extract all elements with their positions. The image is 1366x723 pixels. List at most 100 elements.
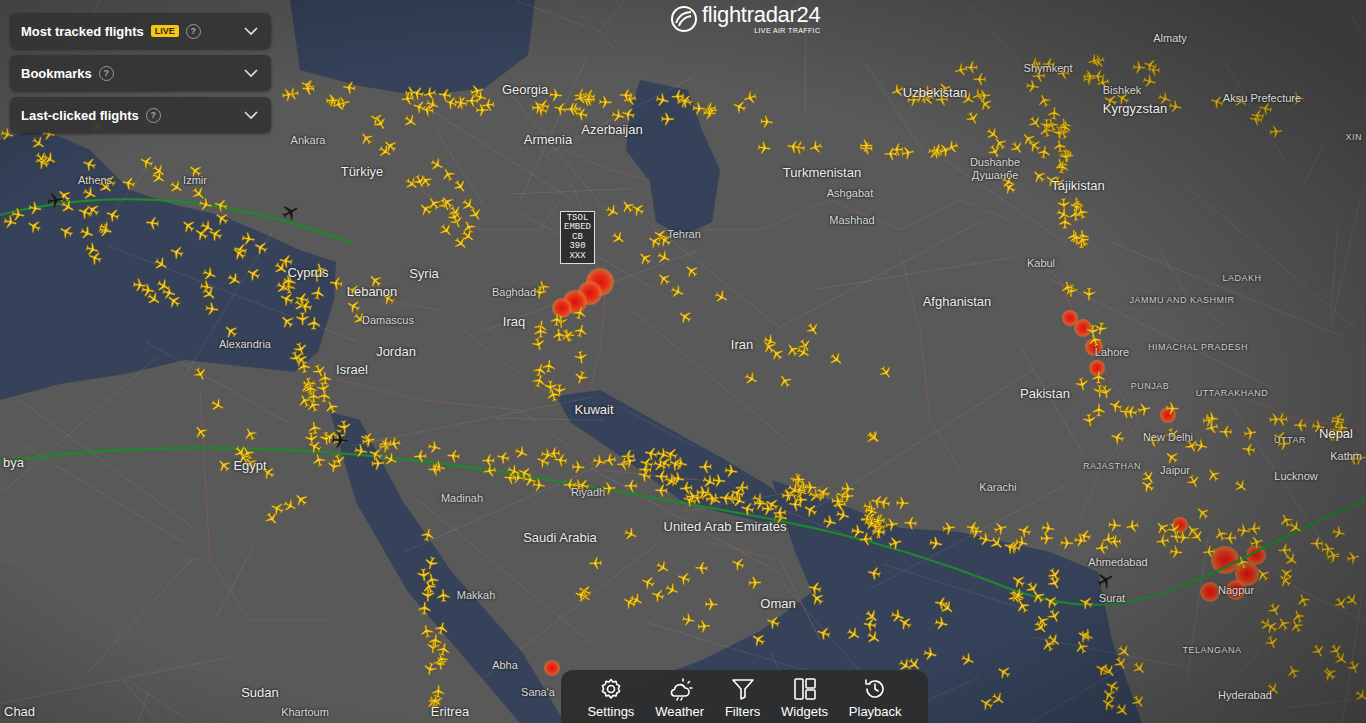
aircraft-icon[interactable] — [1205, 411, 1219, 425]
aircraft-icon[interactable] — [192, 365, 209, 382]
aircraft-icon[interactable] — [1046, 574, 1063, 591]
aircraft-icon[interactable] — [742, 90, 758, 106]
aircraft-icon[interactable] — [531, 101, 545, 115]
aircraft-icon[interactable] — [677, 93, 693, 109]
aircraft-icon[interactable] — [978, 532, 994, 547]
aircraft-icon[interactable] — [469, 83, 485, 98]
aircraft-icon[interactable] — [41, 151, 58, 168]
aircraft-icon[interactable] — [1098, 384, 1113, 399]
aircraft-icon[interactable] — [681, 612, 696, 627]
aircraft-icon[interactable] — [699, 460, 712, 473]
aircraft-icon[interactable] — [602, 482, 616, 496]
aircraft-icon[interactable] — [599, 95, 612, 108]
aircraft-icon[interactable] — [904, 516, 917, 529]
aircraft-icon[interactable] — [419, 624, 434, 639]
aircraft-icon[interactable] — [989, 690, 1007, 708]
aircraft-icon[interactable] — [1073, 639, 1090, 656]
aircraft-icon[interactable] — [316, 381, 331, 396]
aircraft-icon[interactable] — [1042, 58, 1055, 71]
aircraft-icon[interactable] — [382, 451, 399, 468]
aircraft-icon[interactable] — [513, 444, 530, 461]
aircraft-icon[interactable] — [476, 104, 489, 117]
aircraft-icon[interactable] — [1345, 550, 1360, 565]
logo[interactable]: flightradar24LIVE AIR TRAFFIC — [670, 4, 820, 34]
aircraft-icon[interactable] — [731, 99, 747, 115]
aircraft-icon[interactable] — [327, 459, 342, 474]
aircraft-icon[interactable] — [850, 524, 865, 538]
aircraft-icon[interactable] — [1109, 430, 1125, 446]
aircraft-icon[interactable] — [516, 465, 533, 482]
aircraft-icon[interactable] — [1030, 167, 1048, 185]
aircraft-icon[interactable] — [1032, 69, 1046, 82]
aircraft-icon[interactable] — [446, 449, 460, 463]
aircraft-icon[interactable] — [186, 162, 204, 180]
aircraft-icon[interactable] — [730, 485, 746, 501]
aircraft-icon[interactable] — [719, 491, 734, 505]
aircraft-icon[interactable] — [1014, 598, 1031, 615]
aircraft-icon[interactable] — [34, 154, 51, 171]
selected-aircraft-icon[interactable] — [279, 201, 301, 223]
aircraft-icon[interactable] — [97, 220, 114, 237]
aircraft-icon[interactable] — [1095, 541, 1109, 555]
aircraft-icon[interactable] — [451, 178, 469, 196]
aircraft-icon[interactable] — [292, 491, 310, 509]
aircraft-icon[interactable] — [896, 496, 909, 509]
aircraft-icon[interactable] — [1311, 419, 1326, 433]
aircraft-icon[interactable] — [372, 115, 389, 132]
aircraft-icon[interactable] — [995, 663, 1012, 680]
aircraft-icon[interactable] — [1139, 477, 1156, 494]
aircraft-icon[interactable] — [1083, 287, 1096, 300]
aircraft-icon[interactable] — [1169, 545, 1183, 559]
aircraft-icon[interactable] — [1266, 601, 1283, 618]
aircraft-icon[interactable] — [418, 601, 431, 615]
toolbar-button[interactable]: Widgets — [781, 677, 828, 719]
aircraft-icon[interactable] — [1082, 413, 1096, 428]
aircraft-icon[interactable] — [934, 616, 949, 631]
aircraft-icon[interactable] — [540, 447, 555, 462]
aircraft-icon[interactable] — [669, 283, 686, 300]
flight-path[interactable] — [0, 199, 352, 243]
aircraft-icon[interactable] — [354, 444, 369, 459]
aircraft-icon[interactable] — [863, 516, 878, 531]
aircraft-icon[interactable] — [1108, 398, 1124, 414]
aircraft-icon[interactable] — [928, 536, 943, 551]
aircraft-icon[interactable] — [1087, 332, 1103, 348]
aircraft-icon[interactable] — [1057, 120, 1072, 135]
aircraft-icon[interactable] — [676, 570, 692, 586]
aircraft-icon[interactable] — [1046, 607, 1063, 624]
aircraft-icon[interactable] — [1040, 636, 1057, 653]
aircraft-icon[interactable] — [59, 198, 76, 215]
aircraft-icon[interactable] — [307, 317, 320, 331]
help-icon[interactable]: ? — [146, 108, 161, 123]
aircraft-icon[interactable] — [845, 626, 862, 643]
aircraft-icon[interactable] — [453, 95, 468, 110]
aircraft-icon[interactable] — [1112, 655, 1129, 672]
aircraft-icon[interactable] — [410, 86, 425, 101]
aircraft-icon[interactable] — [563, 479, 576, 491]
aircraft-icon[interactable] — [1155, 534, 1170, 548]
aircraft-icon[interactable] — [411, 99, 427, 115]
aircraft-icon[interactable] — [504, 471, 518, 485]
aircraft-icon[interactable] — [434, 621, 449, 637]
aircraft-icon[interactable] — [1166, 402, 1179, 415]
aircraft-icon[interactable] — [804, 321, 822, 339]
aircraft-icon[interactable] — [245, 265, 262, 282]
aircraft-icon[interactable] — [259, 464, 276, 481]
aircraft-icon[interactable] — [533, 285, 547, 299]
aircraft-icon[interactable] — [242, 425, 259, 442]
aircraft-icon[interactable] — [1140, 469, 1158, 487]
aircraft-icon[interactable] — [636, 249, 654, 267]
aircraft-icon[interactable] — [263, 510, 281, 528]
aircraft-icon[interactable] — [865, 428, 883, 446]
aircraft-icon[interactable] — [1294, 419, 1307, 432]
aircraft-icon[interactable] — [1202, 413, 1216, 427]
aircraft-icon[interactable] — [1060, 280, 1075, 295]
chevron-icon[interactable] — [243, 107, 259, 123]
aircraft-icon[interactable] — [575, 477, 591, 493]
aircraft-icon[interactable] — [230, 244, 248, 262]
aircraft-icon[interactable] — [841, 482, 854, 495]
aircraft-icon[interactable] — [495, 450, 510, 465]
aircraft-icon[interactable] — [454, 95, 469, 110]
aircraft-icon[interactable] — [1092, 371, 1105, 384]
aircraft-icon[interactable] — [1163, 448, 1181, 466]
